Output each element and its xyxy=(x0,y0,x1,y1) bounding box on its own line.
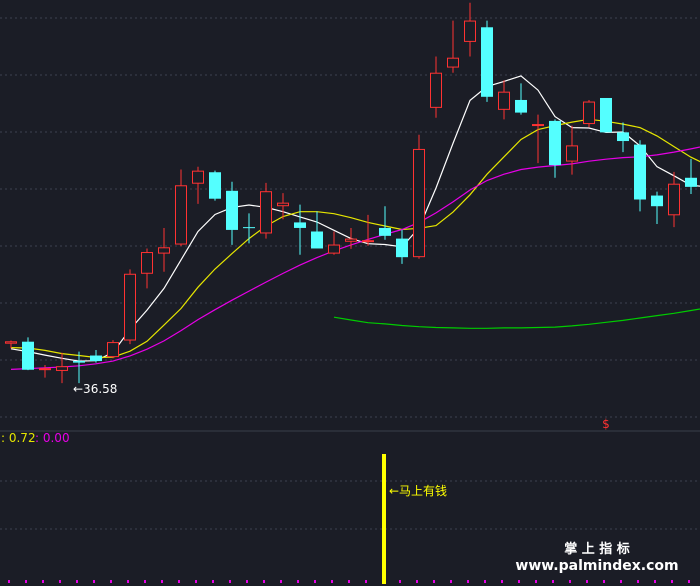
candle-body xyxy=(396,238,408,258)
candle-body xyxy=(243,227,255,229)
chart-canvas: ←36.58 $ : 0.72 : 0.00 ←马上有钱 掌 上 指 标 www.… xyxy=(0,0,700,586)
signal-bar xyxy=(382,454,386,584)
watermark-title: 掌 上 指 标 xyxy=(564,541,630,557)
candle-body xyxy=(515,99,527,113)
candle-body xyxy=(260,191,272,234)
candle-body xyxy=(328,244,340,254)
candlestick xyxy=(600,97,612,133)
candle-body xyxy=(158,247,170,254)
candle-body xyxy=(498,91,510,110)
candle-body xyxy=(634,144,646,200)
candle-body xyxy=(617,132,629,142)
candle-body xyxy=(549,120,561,166)
watermark-url: www.palmindex.com xyxy=(515,558,678,574)
candlestick xyxy=(22,337,34,371)
indicator-legend-value-1: : 0.72 xyxy=(1,431,36,445)
candle-body xyxy=(430,72,442,108)
indicator-legend-value-2: : 0.00 xyxy=(35,431,70,445)
candle-body xyxy=(379,227,391,236)
candle-body xyxy=(56,366,68,371)
candle-body xyxy=(192,170,204,184)
candlestick xyxy=(481,20,493,102)
candle-body xyxy=(651,195,663,207)
signal-marker: $ xyxy=(602,417,610,431)
chart-background xyxy=(0,0,700,586)
candle-body xyxy=(124,273,136,341)
candlestick xyxy=(209,170,221,201)
candle-body xyxy=(22,341,34,370)
candlestick xyxy=(107,340,119,359)
signal-label: ←马上有钱 xyxy=(389,483,447,498)
candlestick xyxy=(413,134,425,259)
candle-body xyxy=(668,183,680,216)
candle-body xyxy=(532,124,544,127)
candle-body xyxy=(5,341,17,344)
candlestick xyxy=(124,269,136,345)
candle-body xyxy=(600,97,612,133)
candle-body xyxy=(413,148,425,258)
candle-body xyxy=(447,57,459,68)
candle-body xyxy=(141,252,153,274)
candle-body xyxy=(685,177,697,187)
candle-body xyxy=(362,240,374,243)
candle-body xyxy=(175,185,187,245)
indicator-legend: : 0.72 : 0.00 xyxy=(1,431,70,445)
candle-body xyxy=(294,222,306,228)
candle-body xyxy=(464,20,476,42)
candle-body xyxy=(73,361,85,363)
candle-body xyxy=(566,145,578,162)
low-price-label: ←36.58 xyxy=(73,382,117,396)
candlestick xyxy=(583,99,595,128)
candle-body xyxy=(226,190,238,230)
candle-body xyxy=(345,238,357,242)
candle-body xyxy=(481,27,493,97)
candle-body xyxy=(311,231,323,249)
candle-body xyxy=(583,101,595,125)
candle-body xyxy=(90,355,102,362)
candle-body xyxy=(107,342,119,358)
candle-body xyxy=(209,172,221,199)
candle-body xyxy=(277,202,289,207)
candlestick xyxy=(260,182,272,239)
candle-body xyxy=(39,368,51,371)
